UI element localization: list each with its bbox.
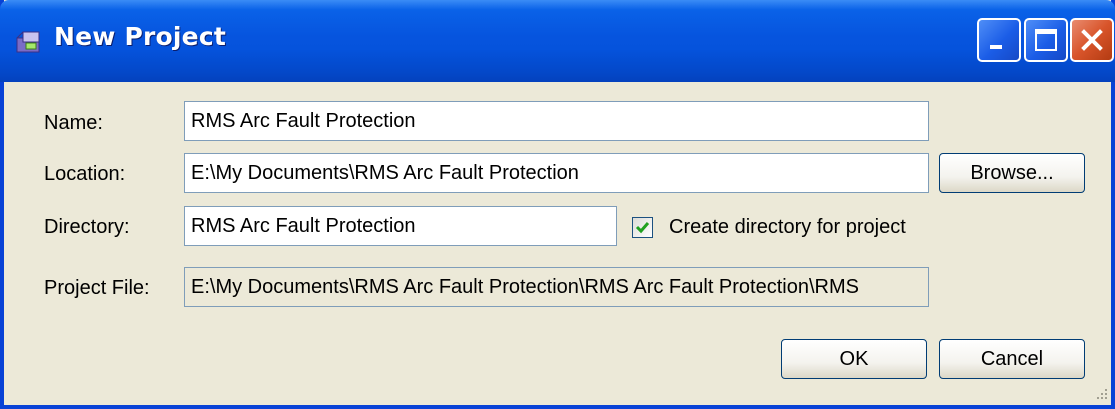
ok-button[interactable]: OK [781,339,927,379]
project-file-field: E:\My Documents\RMS Arc Fault Protection… [184,267,929,307]
minimize-button[interactable] [977,18,1021,62]
maximize-icon [1035,29,1057,51]
title-bar[interactable]: New Project [0,0,1115,82]
project-icon [16,31,40,53]
minimize-icon [990,45,1002,49]
location-input[interactable]: E:\My Documents\RMS Arc Fault Protection [184,153,929,193]
create-directory-checkbox[interactable] [632,217,653,238]
create-directory-label[interactable]: Create directory for project [669,215,906,239]
browse-button[interactable]: Browse... [939,153,1085,193]
resize-grip-icon[interactable] [1091,385,1109,403]
name-label: Name: [44,112,103,134]
window-title: New Project [54,22,226,51]
cancel-button[interactable]: Cancel [939,339,1085,379]
directory-input[interactable]: RMS Arc Fault Protection [184,206,617,246]
project-file-label: Project File: [44,277,150,299]
name-input[interactable]: RMS Arc Fault Protection [184,101,929,141]
maximize-button[interactable] [1024,18,1068,62]
location-label: Location: [44,163,126,185]
new-project-dialog: New Project Name: RMS Arc Fault Protecti… [0,0,1115,409]
directory-label: Directory: [44,216,130,238]
checkmark-icon [635,222,650,234]
close-button[interactable] [1070,18,1114,62]
close-icon [1081,29,1103,51]
